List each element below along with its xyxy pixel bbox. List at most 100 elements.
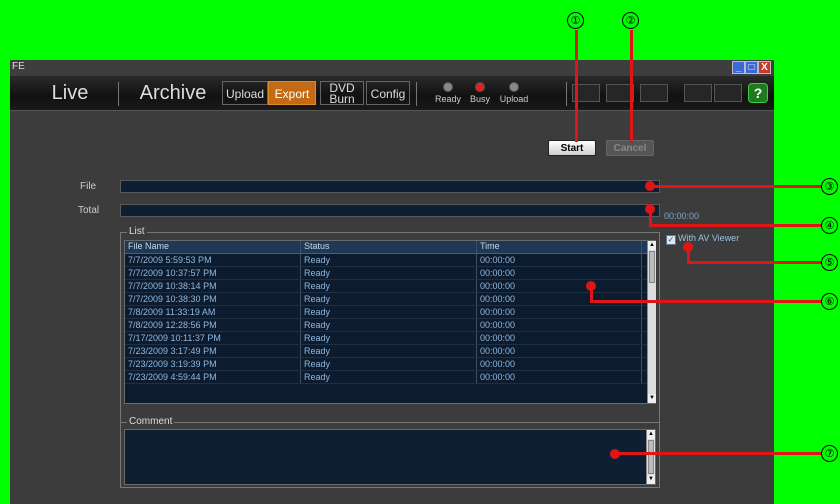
cell-file-name: 7/23/2009 4:59:44 PM bbox=[125, 371, 301, 383]
cell-time: 00:00:00 bbox=[477, 332, 642, 344]
table-row[interactable]: 7/17/2009 10:11:37 PM Ready 00:00:00 bbox=[125, 332, 655, 345]
column-header-file-name[interactable]: File Name bbox=[125, 241, 301, 253]
tab-archive[interactable]: Archive bbox=[128, 80, 218, 106]
tab-upload[interactable]: Upload bbox=[222, 81, 268, 105]
total-label: Total bbox=[78, 205, 100, 216]
cell-time: 00:00:00 bbox=[477, 319, 642, 331]
comment-scroll-down-icon[interactable]: ▼ bbox=[647, 475, 655, 484]
column-header-status[interactable]: Status bbox=[301, 241, 477, 253]
cell-time: 00:00:00 bbox=[477, 345, 642, 357]
app-window: FE _ □ X Live Archive Upload Export DVD … bbox=[10, 60, 774, 504]
start-button[interactable]: Start bbox=[548, 140, 596, 156]
total-progress-bar bbox=[120, 204, 660, 217]
cell-status: Ready bbox=[301, 254, 477, 266]
cell-file-name: 7/8/2009 11:33:19 AM bbox=[125, 306, 301, 318]
indicator-busy: Busy bbox=[462, 82, 498, 104]
cell-time: 00:00:00 bbox=[477, 280, 642, 292]
cell-time: 00:00:00 bbox=[477, 306, 642, 318]
window-title: FE bbox=[12, 61, 25, 72]
column-header-time[interactable]: Time bbox=[477, 241, 642, 253]
cell-status: Ready bbox=[301, 280, 477, 292]
callout-2: ② bbox=[622, 12, 639, 29]
indicator-ready: Ready bbox=[430, 82, 466, 104]
busy-led-icon bbox=[475, 82, 485, 92]
table-row[interactable]: 7/23/2009 3:17:49 PM Ready 00:00:00 bbox=[125, 345, 655, 358]
indicator-ready-label: Ready bbox=[434, 94, 461, 104]
list-legend: List bbox=[127, 226, 147, 237]
page-two-icon[interactable] bbox=[714, 84, 742, 102]
table-row[interactable]: 7/7/2009 10:38:30 PM Ready 00:00:00 bbox=[125, 293, 655, 306]
file-progress-bar bbox=[120, 180, 660, 193]
cancel-button[interactable]: Cancel bbox=[606, 140, 654, 156]
callout-line-1 bbox=[575, 30, 578, 142]
callout-line-4a bbox=[649, 209, 652, 225]
tab-dvd-burn-line2: Burn bbox=[329, 92, 355, 106]
cell-status: Ready bbox=[301, 267, 477, 279]
cell-time: 00:00:00 bbox=[477, 293, 642, 305]
file-label: File bbox=[80, 181, 97, 192]
table-header: File Name Status Time bbox=[125, 241, 655, 254]
cell-file-name: 7/7/2009 10:38:30 PM bbox=[125, 293, 301, 305]
main-toolbar: Live Archive Upload Export DVD Burn Conf… bbox=[10, 76, 774, 111]
elapsed-time: 00:00:00 bbox=[664, 211, 700, 221]
minimize-button[interactable]: _ bbox=[732, 61, 745, 74]
callout-7: ⑦ bbox=[821, 445, 838, 462]
maximize-button[interactable]: □ bbox=[745, 61, 758, 74]
callout-line-4b bbox=[649, 224, 822, 227]
table-row[interactable]: 7/23/2009 3:19:39 PM Ready 00:00:00 bbox=[125, 358, 655, 371]
cell-status: Ready bbox=[301, 332, 477, 344]
checkmark-icon: ✓ bbox=[666, 235, 676, 245]
cell-status: Ready bbox=[301, 371, 477, 383]
page-one-icon[interactable] bbox=[684, 84, 712, 102]
tab-config[interactable]: Config bbox=[366, 81, 410, 105]
tab-dvd-burn[interactable]: DVD Burn bbox=[320, 81, 364, 105]
multi-view-icon[interactable] bbox=[640, 84, 668, 102]
indicator-upload: Upload bbox=[496, 82, 532, 104]
callout-5: ⑤ bbox=[821, 254, 838, 271]
comment-textarea[interactable] bbox=[124, 429, 656, 485]
comment-legend: Comment bbox=[127, 416, 175, 427]
export-file-table: File Name Status Time 7/7/2009 5:59:53 P… bbox=[124, 240, 656, 404]
callout-line-6b bbox=[590, 300, 822, 303]
help-button[interactable]: ? bbox=[748, 83, 768, 103]
cell-file-name: 7/7/2009 10:38:14 PM bbox=[125, 280, 301, 292]
cell-status: Ready bbox=[301, 345, 477, 357]
tab-export[interactable]: Export bbox=[268, 81, 316, 105]
toolbar-separator bbox=[416, 82, 417, 106]
callout-6: ⑥ bbox=[821, 293, 838, 310]
cell-file-name: 7/17/2009 10:11:37 PM bbox=[125, 332, 301, 344]
cell-status: Ready bbox=[301, 306, 477, 318]
cell-file-name: 7/23/2009 3:17:49 PM bbox=[125, 345, 301, 357]
scroll-down-arrow-icon[interactable]: ▼ bbox=[648, 394, 656, 403]
cell-file-name: 7/7/2009 10:37:57 PM bbox=[125, 267, 301, 279]
cell-status: Ready bbox=[301, 358, 477, 370]
cell-status: Ready bbox=[301, 319, 477, 331]
table-row[interactable]: 7/8/2009 11:33:19 AM Ready 00:00:00 bbox=[125, 306, 655, 319]
list-scrollbar[interactable]: ▲ ▼ bbox=[647, 241, 656, 403]
callout-1: ① bbox=[567, 12, 584, 29]
callout-line-5b bbox=[687, 261, 822, 264]
toolbar-separator bbox=[566, 82, 567, 106]
callout-3: ③ bbox=[821, 178, 838, 195]
comment-scroll-up-icon[interactable]: ▲ bbox=[647, 430, 655, 439]
table-row[interactable]: 7/23/2009 4:59:44 PM Ready 00:00:00 bbox=[125, 371, 655, 384]
cell-time: 00:00:00 bbox=[477, 358, 642, 370]
toolbar-separator bbox=[118, 82, 119, 106]
table-row[interactable]: 7/8/2009 12:28:56 PM Ready 00:00:00 bbox=[125, 319, 655, 332]
table-row[interactable]: 7/7/2009 10:38:14 PM Ready 00:00:00 bbox=[125, 280, 655, 293]
callout-4: ④ bbox=[821, 217, 838, 234]
scroll-thumb[interactable] bbox=[649, 251, 655, 283]
callout-line-3 bbox=[650, 185, 822, 188]
tab-live[interactable]: Live bbox=[30, 80, 110, 106]
comment-scroll-thumb[interactable] bbox=[648, 440, 654, 474]
close-button[interactable]: X bbox=[758, 61, 771, 74]
cell-status: Ready bbox=[301, 293, 477, 305]
table-row[interactable]: 7/7/2009 5:59:53 PM Ready 00:00:00 bbox=[125, 254, 655, 267]
table-row[interactable]: 7/7/2009 10:37:57 PM Ready 00:00:00 bbox=[125, 267, 655, 280]
upload-led-icon bbox=[509, 82, 519, 92]
title-bar: FE _ □ X bbox=[10, 60, 774, 76]
scroll-up-arrow-icon[interactable]: ▲ bbox=[648, 241, 656, 250]
with-av-viewer-checkbox[interactable]: ✓ With AV Viewer bbox=[666, 233, 739, 245]
comment-scrollbar[interactable]: ▲ ▼ bbox=[646, 430, 655, 484]
cell-file-name: 7/8/2009 12:28:56 PM bbox=[125, 319, 301, 331]
